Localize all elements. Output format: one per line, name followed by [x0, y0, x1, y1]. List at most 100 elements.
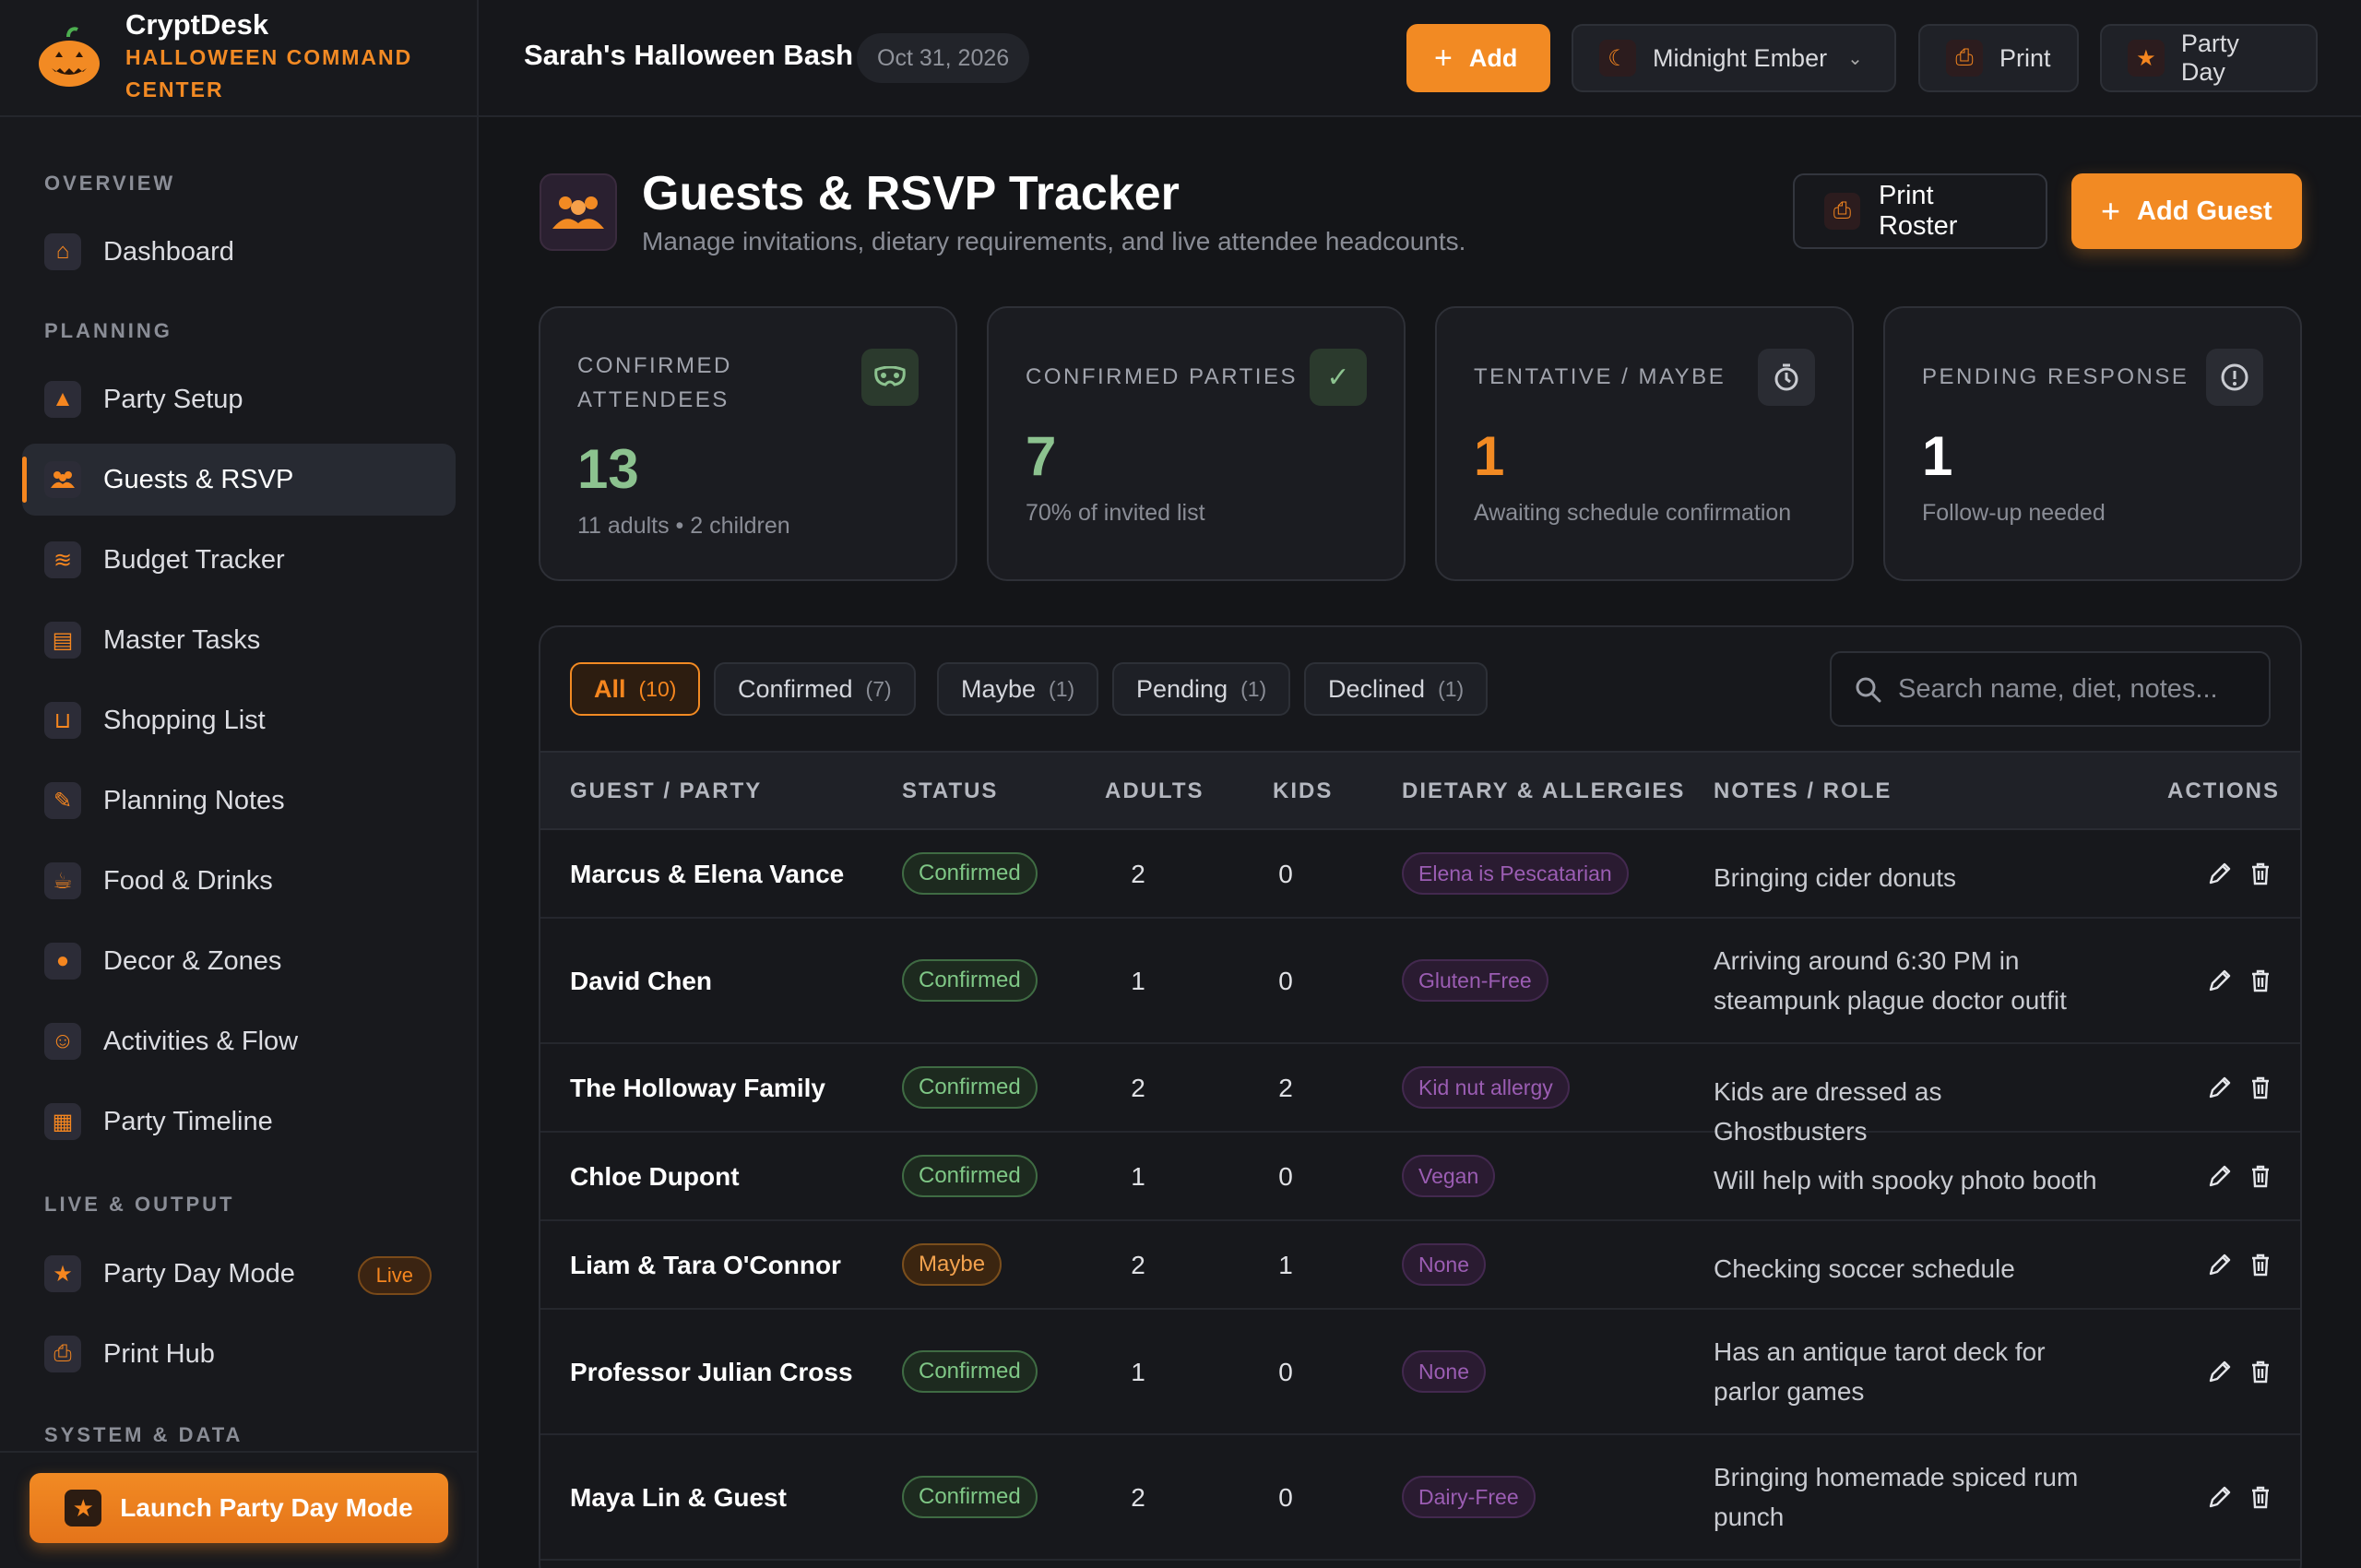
edit-icon[interactable]: [2206, 1358, 2234, 1385]
filter-count: (1): [1049, 676, 1075, 701]
sidebar-item-decor-zones[interactable]: ● Decor & Zones: [22, 925, 456, 997]
cart-icon: ⊔: [44, 702, 81, 739]
trash-icon[interactable]: [2247, 1251, 2274, 1278]
filter-label: All: [594, 674, 626, 703]
edit-icon[interactable]: [2206, 1483, 2234, 1511]
sidebar-item-budget-tracker[interactable]: ≋ Budget Tracker: [22, 524, 456, 596]
sidebar-item-label: Activities & Flow: [103, 1026, 299, 1056]
guest-notes: Checking soccer schedule: [1714, 1254, 2015, 1283]
sidebar-item-party-day-mode[interactable]: ★ Party Day Mode Live: [22, 1238, 456, 1310]
sidebar-item-guests-rsvp[interactable]: Guests & RSVP: [22, 444, 456, 516]
trash-icon[interactable]: [2247, 860, 2274, 887]
add-guest-label: Add Guest: [2137, 196, 2272, 226]
sidebar-item-master-tasks[interactable]: ▤ Master Tasks: [22, 604, 456, 676]
table-row[interactable]: Liam & Tara O'Connor Maybe 2 1 None Chec…: [540, 1221, 2300, 1310]
star-icon: ★: [65, 1490, 102, 1526]
print-button[interactable]: ⎙ Print: [1918, 24, 2079, 92]
stat-sub: 70% of invited list: [1026, 500, 1205, 526]
kids-count: 0: [1278, 1162, 1293, 1191]
theme-select[interactable]: ☾ Midnight Ember ⌄: [1572, 24, 1896, 92]
status-badge: Confirmed: [902, 1155, 1038, 1197]
party-day-label: Party Day: [2180, 30, 2239, 86]
guest-name: Maya Lin & Guest: [570, 1483, 787, 1512]
diet-badge: Vegan: [1402, 1155, 1496, 1197]
diet-badge: Gluten-Free: [1402, 959, 1548, 1002]
kids-count: 0: [1278, 967, 1293, 995]
guest-name: David Chen: [570, 967, 713, 995]
sidebar-item-party-timeline[interactable]: ▦ Party Timeline: [22, 1086, 456, 1158]
alert-icon: [2206, 349, 2263, 406]
search-box[interactable]: [1830, 651, 2271, 727]
diet-badge: Elena is Pescatarian: [1402, 852, 1629, 895]
page-subtitle: Manage invitations, dietary requirements…: [642, 227, 1466, 255]
kids-count: 0: [1278, 1483, 1293, 1512]
home-icon: ⌂: [44, 233, 81, 270]
filter-label: Declined: [1328, 674, 1426, 703]
table-row[interactable]: Professor Julian Cross Confirmed 1 0 Non…: [540, 1310, 2300, 1435]
filter-declined[interactable]: Declined (1): [1304, 662, 1489, 716]
status-badge: Maybe: [902, 1243, 1003, 1286]
stat-value: 1: [1922, 425, 1953, 487]
guest-name: Liam & Tara O'Connor: [570, 1251, 841, 1279]
filter-pending[interactable]: Pending (1): [1112, 662, 1291, 716]
add-button[interactable]: + Add: [1406, 24, 1550, 92]
brand-header[interactable]: CryptDesk HALLOWEEN COMMAND CENTER: [0, 0, 477, 117]
brand-name: CryptDesk: [125, 8, 269, 42]
table-row[interactable]: Chloe Dupont Confirmed 1 0 Vegan Will he…: [540, 1133, 2300, 1221]
sidebar-item-label: Budget Tracker: [103, 544, 285, 575]
filter-maybe[interactable]: Maybe (1): [937, 662, 1099, 716]
sidebar-item-party-setup[interactable]: ▲ Party Setup: [22, 363, 456, 435]
trash-icon[interactable]: [2247, 1162, 2274, 1190]
event-title: Sarah's Halloween Bash: [524, 39, 854, 71]
check-icon: ✓: [1310, 349, 1367, 406]
stat-card-tentative: TENTATIVE / MAYBE 1 Awaiting schedule co…: [1435, 306, 1854, 581]
topbar: Sarah's Halloween Bash Oct 31, 2026 + Ad…: [479, 0, 2361, 117]
sidebar-item-food-drinks[interactable]: ☕ Food & Drinks: [22, 845, 456, 917]
edit-icon[interactable]: [2206, 1074, 2234, 1101]
search-input[interactable]: [1898, 673, 2248, 705]
kids-count: 0: [1278, 1358, 1293, 1386]
sidebar-item-planning-notes[interactable]: ✎ Planning Notes: [22, 765, 456, 837]
adults-count: 1: [1131, 967, 1145, 995]
stat-value: 1: [1474, 425, 1505, 487]
diet-badge: None: [1402, 1350, 1486, 1393]
col-status: STATUS: [902, 778, 999, 803]
col-guest-party: GUEST / PARTY: [570, 778, 763, 803]
sidebar-item-shopping-list[interactable]: ⊔ Shopping List: [22, 684, 456, 756]
party-day-button[interactable]: ★ Party Day: [2100, 24, 2318, 92]
edit-icon[interactable]: [2206, 967, 2234, 994]
trash-icon[interactable]: [2247, 1358, 2274, 1385]
stat-label: PENDING RESPONSE: [1922, 364, 2189, 389]
adults-count: 1: [1131, 1358, 1145, 1386]
sidebar-item-label: Planning Notes: [103, 785, 285, 815]
guests-header-icon: [540, 173, 617, 251]
filter-confirmed[interactable]: Confirmed (7): [714, 662, 916, 716]
stat-sub: 11 adults • 2 children: [577, 513, 790, 539]
clipboard-icon: ▤: [44, 622, 81, 659]
sidebar-item-activities-flow[interactable]: ☺ Activities & Flow: [22, 1005, 456, 1077]
trash-icon[interactable]: [2247, 1483, 2274, 1511]
masks-icon: ☺: [44, 1023, 81, 1060]
add-guest-button[interactable]: + Add Guest: [2071, 173, 2302, 249]
row-actions: [2206, 1483, 2274, 1511]
calendar-icon: ▦: [44, 1103, 81, 1140]
filter-all[interactable]: All (10): [570, 662, 701, 716]
table-row[interactable]: Marcus & Elena Vance Confirmed 2 0 Elena…: [540, 830, 2300, 919]
sidebar-item-print-hub[interactable]: ⎙ Print Hub: [22, 1318, 456, 1390]
mask-icon: [861, 349, 919, 406]
table-row[interactable]: The Holloway Family Confirmed 2 2 Kid nu…: [540, 1044, 2300, 1146]
table-row[interactable]: Maya Lin & Guest Confirmed 2 0 Dairy-Fre…: [540, 1435, 2300, 1561]
edit-icon[interactable]: [2206, 860, 2234, 887]
sidebar-item-label: Party Timeline: [103, 1106, 273, 1136]
filter-label: Pending: [1136, 674, 1228, 703]
print-roster-button[interactable]: ⎙ Print Roster: [1793, 173, 2047, 249]
stat-label: CONFIRMED PARTIES: [1026, 364, 1298, 389]
edit-icon[interactable]: [2206, 1251, 2234, 1278]
star-icon: ★: [2128, 40, 2165, 77]
launch-party-day-button[interactable]: ★ Launch Party Day Mode: [30, 1473, 448, 1543]
table-row[interactable]: David Chen Confirmed 1 0 Gluten-Free Arr…: [540, 919, 2300, 1044]
sidebar-item-dashboard[interactable]: ⌂ Dashboard: [22, 216, 456, 288]
trash-icon[interactable]: [2247, 967, 2274, 994]
trash-icon[interactable]: [2247, 1074, 2274, 1101]
edit-icon[interactable]: [2206, 1162, 2234, 1190]
